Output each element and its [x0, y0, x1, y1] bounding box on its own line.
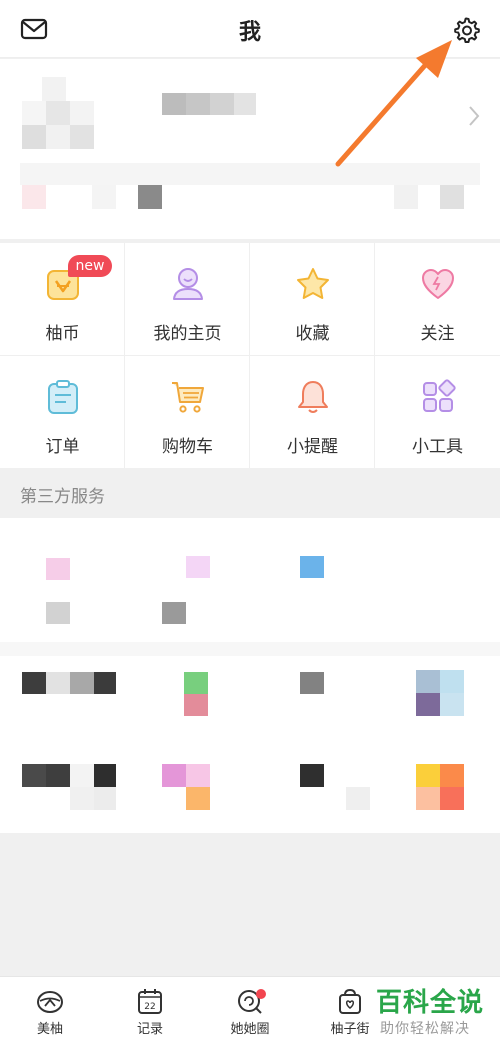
- menu-item-label: 购物车: [162, 437, 213, 457]
- page-title: 我: [238, 20, 261, 45]
- menu-item-label: 小提醒: [287, 437, 338, 457]
- service-item[interactable]: [22, 672, 116, 694]
- top-bar: 我: [0, 0, 500, 58]
- heart-icon: [422, 269, 454, 299]
- tab-meiyou[interactable]: 美柚: [0, 977, 100, 1042]
- tools-icon: [423, 379, 456, 412]
- service-item[interactable]: [186, 556, 210, 578]
- menu-item-label: 柚币: [45, 324, 80, 344]
- calendar-day: 22: [144, 1002, 155, 1012]
- watermark: 百科全说 助你轻松解决: [370, 978, 500, 1042]
- star-icon: [297, 268, 329, 299]
- watermark-slogan: 助你轻松解决: [380, 1021, 470, 1037]
- menu-item-following[interactable]: 关注: [375, 243, 500, 355]
- meiyou-icon: [37, 991, 63, 1013]
- service-item[interactable]: [46, 558, 70, 580]
- tab-label: 记录: [136, 1022, 163, 1037]
- username-blurred: [162, 93, 256, 115]
- menu-item-homepage[interactable]: 我的主页: [125, 243, 250, 355]
- menu-item-label: 关注: [420, 324, 455, 344]
- service-item[interactable]: [22, 764, 116, 810]
- section-header: 第三方服务: [0, 468, 500, 518]
- bag-icon: [339, 988, 361, 1014]
- calendar-icon: 22: [138, 989, 162, 1014]
- menu-item-label: 收藏: [295, 324, 330, 344]
- watermark-brand: 百科全说: [376, 988, 485, 1018]
- service-item[interactable]: [162, 764, 210, 810]
- menu-item-favorites[interactable]: 收藏: [250, 243, 375, 355]
- tab-label: 她她圈: [230, 1022, 270, 1037]
- tab-records[interactable]: 22 记录: [100, 977, 200, 1042]
- notification-dot: [256, 989, 266, 999]
- menu-item-tools[interactable]: 小工具: [375, 356, 500, 468]
- new-badge: new: [68, 255, 112, 277]
- tab-circle[interactable]: 她她圈: [200, 977, 300, 1042]
- service-item[interactable]: [184, 672, 208, 716]
- tab-label: 美柚: [36, 1022, 63, 1037]
- third-party-services: [0, 518, 500, 833]
- menu-grid: new 柚币 我的主页 收藏 关注 订单 购物车 小提醒 小工具: [0, 243, 500, 468]
- gear-icon[interactable]: [452, 16, 480, 44]
- profile-stats-blurred: [0, 159, 500, 219]
- bell-icon: [298, 381, 328, 413]
- menu-item-label: 我的主页: [153, 324, 222, 344]
- menu-item-reminders[interactable]: 小提醒: [250, 356, 375, 468]
- cart-icon: [172, 382, 204, 413]
- service-item[interactable]: [300, 672, 324, 694]
- menu-item-label: 订单: [45, 437, 80, 457]
- service-item[interactable]: [416, 764, 464, 810]
- service-item[interactable]: [300, 556, 324, 578]
- profile-card[interactable]: [0, 59, 500, 239]
- menu-item-label: 小工具: [412, 437, 463, 457]
- menu-item-coin[interactable]: new 柚币: [0, 243, 125, 355]
- avatar[interactable]: [22, 77, 94, 149]
- menu-item-cart[interactable]: 购物车: [125, 356, 250, 468]
- service-item[interactable]: [300, 764, 370, 810]
- menu-item-orders[interactable]: 订单: [0, 356, 125, 468]
- section-title: 第三方服务: [20, 487, 105, 507]
- chevron-right-icon[interactable]: [466, 103, 482, 129]
- clipboard-icon: [48, 380, 78, 414]
- user-icon: [173, 268, 203, 300]
- service-item[interactable]: [416, 670, 464, 716]
